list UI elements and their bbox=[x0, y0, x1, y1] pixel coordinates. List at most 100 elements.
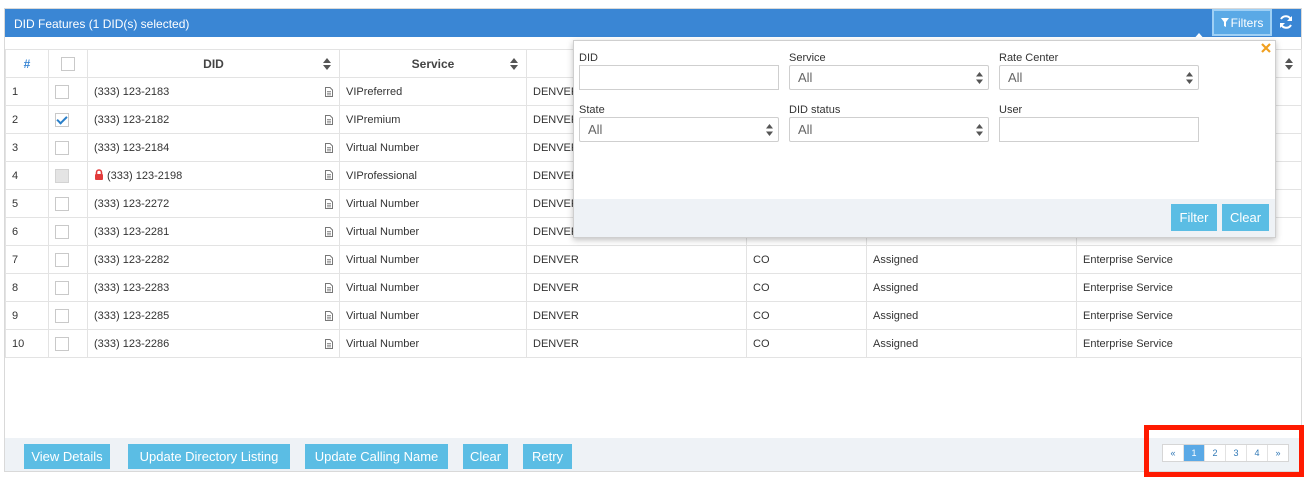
did-cell[interactable]: (333) 123-2198 bbox=[87, 161, 340, 190]
did-cell[interactable]: (333) 123-2183 bbox=[87, 77, 340, 106]
service-cell: Virtual Number bbox=[339, 217, 527, 246]
filter-apply-button[interactable]: Filter bbox=[1171, 204, 1217, 231]
retry-button[interactable]: Retry bbox=[523, 444, 572, 469]
row-select-cell[interactable] bbox=[48, 301, 88, 330]
row-checkbox bbox=[55, 168, 69, 183]
row-checkbox[interactable] bbox=[55, 112, 69, 127]
rate-center-cell: DENVER bbox=[526, 301, 747, 330]
state-cell: CO bbox=[746, 329, 867, 358]
did-cell[interactable]: (333) 123-2283 bbox=[87, 273, 340, 302]
did-status-filter-select[interactable]: All bbox=[789, 117, 989, 142]
status-cell: Assigned bbox=[866, 329, 1077, 358]
table-row[interactable]: 8 (333) 123-2283 Virtual Number DENVER CO Ass… bbox=[5, 273, 1302, 302]
row-checkbox[interactable] bbox=[55, 140, 69, 155]
document-icon[interactable] bbox=[325, 114, 333, 125]
document-icon[interactable] bbox=[325, 170, 333, 180]
did-cell[interactable]: (333) 123-2182 bbox=[87, 105, 340, 134]
sort-icon[interactable] bbox=[323, 58, 331, 70]
row-select-cell[interactable] bbox=[48, 273, 88, 302]
select-all-checkbox[interactable] bbox=[61, 56, 75, 71]
row-checkbox[interactable] bbox=[55, 308, 69, 323]
filter-popover-footer: Filter Clear bbox=[574, 199, 1275, 237]
update-calling-name-button[interactable]: Update Calling Name bbox=[305, 444, 448, 469]
col-header-did[interactable]: DID bbox=[87, 49, 340, 78]
user-cell: Enterprise Service bbox=[1076, 301, 1302, 330]
filters-button[interactable]: Filters bbox=[1212, 9, 1272, 36]
did-cell[interactable]: (333) 123-2184 bbox=[87, 133, 340, 162]
state-cell: CO bbox=[746, 301, 867, 330]
did-cell[interactable]: (333) 123-2281 bbox=[87, 217, 340, 246]
table-row[interactable]: 9 (333) 123-2285 Virtual Number DENVER CO Ass… bbox=[5, 301, 1302, 330]
col-header-did-label: DID bbox=[203, 56, 224, 71]
document-icon[interactable] bbox=[325, 338, 333, 349]
row-checkbox[interactable] bbox=[55, 196, 69, 211]
document-icon[interactable] bbox=[325, 198, 333, 209]
did-cell[interactable]: (333) 123-2286 bbox=[87, 329, 340, 358]
did-number: (333) 123-2184 bbox=[94, 141, 170, 154]
row-select-cell[interactable] bbox=[48, 77, 88, 106]
sort-icon[interactable] bbox=[1285, 58, 1293, 70]
status-cell: Assigned bbox=[866, 245, 1077, 274]
row-select-cell[interactable] bbox=[48, 329, 88, 358]
did-number: (333) 123-2198 bbox=[107, 170, 183, 182]
service-cell: Virtual Number bbox=[339, 133, 527, 162]
state-filter-select[interactable]: All bbox=[579, 117, 779, 142]
did-filter-label: DID bbox=[579, 52, 598, 64]
did-cell[interactable]: (333) 123-2272 bbox=[87, 189, 340, 218]
panel-header: DID Features (1 DID(s) selected) Filters bbox=[5, 9, 1301, 37]
rate-center-filter-select[interactable]: All bbox=[999, 65, 1199, 90]
document-icon[interactable] bbox=[325, 310, 333, 321]
service-cell: Virtual Number bbox=[339, 189, 527, 218]
row-select-cell[interactable] bbox=[48, 133, 88, 162]
document-icon[interactable] bbox=[325, 282, 333, 293]
did-filter-input[interactable] bbox=[579, 65, 779, 90]
did-number: (333) 123-2281 bbox=[94, 225, 170, 238]
document-icon[interactable] bbox=[325, 226, 333, 237]
row-select-cell[interactable] bbox=[48, 161, 88, 190]
row-checkbox[interactable] bbox=[55, 84, 69, 99]
lock-icon bbox=[95, 169, 103, 180]
row-index: 10 bbox=[5, 329, 49, 358]
refresh-icon[interactable] bbox=[1278, 14, 1294, 30]
select-arrows-icon bbox=[976, 72, 983, 84]
service-filter-select[interactable]: All bbox=[789, 65, 989, 90]
col-header-index: # bbox=[5, 49, 49, 78]
document-icon[interactable] bbox=[325, 254, 333, 265]
service-cell: VIPremium bbox=[339, 105, 527, 134]
row-select-cell[interactable] bbox=[48, 245, 88, 274]
view-details-button[interactable]: View Details bbox=[24, 444, 110, 469]
document-icon[interactable] bbox=[325, 142, 333, 153]
col-header-service[interactable]: Service bbox=[339, 49, 527, 78]
user-cell: Enterprise Service bbox=[1076, 273, 1302, 302]
user-cell: Enterprise Service bbox=[1076, 245, 1302, 274]
service-cell: Virtual Number bbox=[339, 301, 527, 330]
did-cell[interactable]: (333) 123-2285 bbox=[87, 301, 340, 330]
rate-center-filter-label: Rate Center bbox=[999, 52, 1059, 64]
status-cell: Assigned bbox=[866, 273, 1077, 302]
status-cell: Assigned bbox=[866, 301, 1077, 330]
sort-icon[interactable] bbox=[510, 58, 518, 70]
filter-popover: DID Service All Rate Center All State Al… bbox=[573, 40, 1276, 238]
did-cell[interactable]: (333) 123-2282 bbox=[87, 245, 340, 274]
filter-clear-button[interactable]: Clear bbox=[1222, 204, 1269, 231]
row-checkbox[interactable] bbox=[55, 224, 69, 239]
row-checkbox[interactable] bbox=[55, 252, 69, 267]
row-checkbox[interactable] bbox=[55, 280, 69, 295]
close-icon[interactable] bbox=[1261, 43, 1271, 53]
table-row[interactable]: 10 (333) 123-2286 Virtual Number DENVER CO As… bbox=[5, 329, 1302, 358]
did-number: (333) 123-2283 bbox=[94, 281, 170, 294]
row-select-cell[interactable] bbox=[48, 105, 88, 134]
table-row[interactable]: 7 (333) 123-2282 Virtual Number DENVER CO Ass… bbox=[5, 245, 1302, 274]
rate-center-filter-value: All bbox=[1008, 70, 1023, 85]
row-checkbox[interactable] bbox=[55, 336, 69, 351]
document-icon[interactable] bbox=[325, 86, 333, 97]
row-index: 5 bbox=[5, 189, 49, 218]
row-index: 3 bbox=[5, 133, 49, 162]
user-filter-input[interactable] bbox=[999, 117, 1199, 142]
update-directory-listing-button[interactable]: Update Directory Listing bbox=[128, 444, 290, 469]
pagination-highlight-box bbox=[1144, 425, 1304, 477]
row-select-cell[interactable] bbox=[48, 217, 88, 246]
row-select-cell[interactable] bbox=[48, 189, 88, 218]
clear-button[interactable]: Clear bbox=[463, 444, 508, 469]
col-header-select-all[interactable] bbox=[48, 49, 88, 78]
